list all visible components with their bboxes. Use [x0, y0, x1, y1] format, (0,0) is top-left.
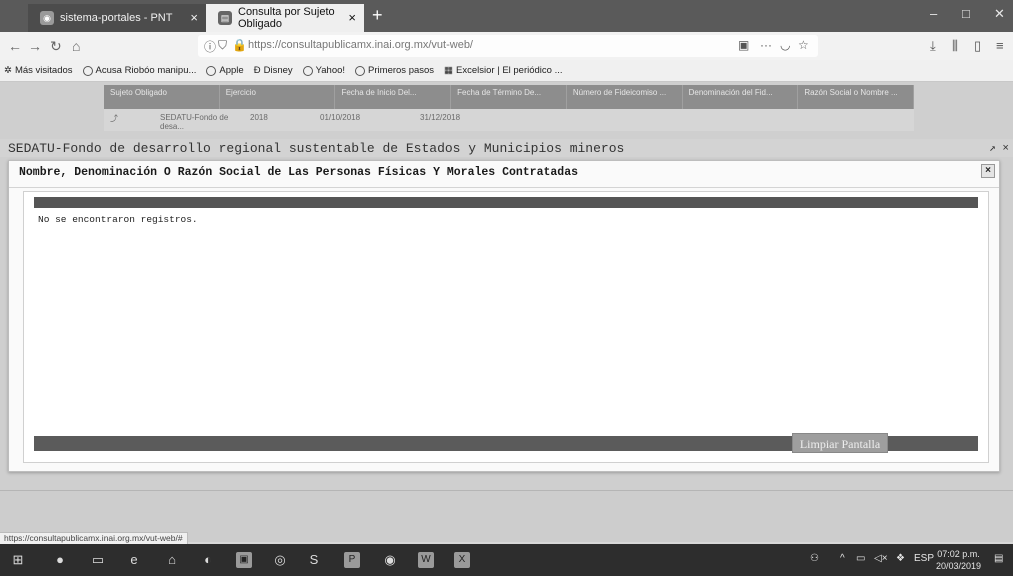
bookmark-star-icon[interactable]: ☆ [798, 38, 809, 52]
powerpoint-icon[interactable]: P [344, 552, 360, 568]
table-header-bar [34, 197, 978, 208]
url-bar[interactable]: ⓘ ⛉ 🔒 https://consultapublicamx.inai.org… [198, 35, 818, 57]
close-tab-icon[interactable]: × [348, 10, 356, 25]
library-icon[interactable]: ⫼ [952, 38, 958, 54]
clock-date: 20/03/2019 [936, 561, 982, 571]
modal-divider [9, 187, 999, 188]
table-cell: 2018 [250, 113, 268, 122]
table-row[interactable]: ⤴ SEDATU-Fondo de desa... 2018 01/10/201… [104, 109, 914, 131]
home-icon[interactable]: ⌂ [72, 38, 80, 54]
minimize-icon[interactable]: – [930, 6, 937, 21]
results-table-header: Sujeto Obligado Ejercicio Fecha de Inici… [104, 85, 915, 109]
navigation-bar: ← → ↻ ⌂ ⓘ ⛉ 🔒 https://consultapublicamx.… [0, 32, 1013, 60]
column-header: Ejercicio [220, 85, 336, 109]
pocket-icon[interactable]: ◡ [780, 38, 790, 52]
clock-time: 07:02 p.m. [937, 549, 980, 559]
column-header: Número de Fideicomiso ... [567, 85, 683, 109]
store-icon[interactable]: ⌂ [164, 552, 180, 568]
modal-title: Nombre, Denominación O Razón Social de L… [19, 166, 578, 179]
firefox-icon[interactable]: ◐ [200, 552, 216, 568]
task-view-icon[interactable]: ▭ [90, 552, 106, 568]
disney-icon: Ð [253, 65, 261, 76]
back-icon[interactable]: ← [8, 38, 22, 54]
reload-icon[interactable]: ↻ [50, 38, 62, 55]
download-icon[interactable]: ⤓ [930, 38, 936, 54]
lock-icon: 🔒 [232, 38, 247, 52]
clear-screen-button[interactable]: Limpiar Pantalla [792, 433, 888, 453]
bookmark-item[interactable]: ✲ Más visitados [4, 65, 73, 76]
table-cell: 01/10/2018 [320, 113, 361, 122]
windows-taskbar: ⊞ ● ▭ e ⌂ ◐ ▣ ◎ S P ◉ W X ⚇ ^ ▭ ◁× ❖ ESP… [0, 544, 1013, 576]
close-modal-button[interactable]: × [981, 164, 995, 178]
tab-title: Consulta por Sujeto Obligado [238, 6, 335, 30]
bookmark-item[interactable]: Yahoo! [302, 65, 345, 76]
expand-close-icon[interactable]: ↗ × [989, 141, 1009, 155]
status-link: https://consultapublicamx.inai.org.mx/vu… [0, 532, 188, 544]
firefox-active-icon[interactable]: ◉ [382, 552, 398, 568]
show-hidden-icons[interactable]: ^ [840, 553, 845, 564]
sidebar-icon[interactable]: ▯ [974, 38, 981, 54]
volume-icon[interactable]: ◁× [874, 553, 888, 564]
column-header: Sujeto Obligado [104, 85, 220, 109]
photos-icon[interactable]: ▣ [236, 552, 252, 568]
results-modal: Nombre, Denominación O Razón Social de L… [8, 160, 1000, 472]
results-panel: No se encontraron registros. [23, 191, 989, 463]
close-tab-icon[interactable]: × [190, 10, 198, 25]
new-tab-button[interactable]: + [372, 5, 383, 26]
globe-icon [355, 65, 366, 76]
document-icon: ▤ [218, 11, 232, 25]
browser-tab-strip: ◉ sistema-portales - PNT × ▤ Consulta po… [0, 0, 1013, 32]
tab-consulta[interactable]: ▤ Consulta por Sujeto Obligado × [206, 4, 364, 32]
bookmark-item[interactable]: Primeros pasos [355, 65, 434, 76]
section-title: SEDATU-Fondo de desarrollo regional sust… [0, 139, 1013, 157]
tab-sistema-portales[interactable]: ◉ sistema-portales - PNT × [28, 4, 206, 32]
column-header: Razón Social o Nombre ... [798, 85, 915, 109]
detail-icon[interactable]: ⤴ [104, 109, 154, 131]
bookmark-item[interactable]: Acusa Riobóo manipu... [82, 65, 196, 76]
dropbox-icon[interactable]: ❖ [896, 553, 905, 564]
maximize-icon[interactable]: □ [962, 6, 970, 21]
globe-icon [206, 65, 217, 76]
forward-icon[interactable]: → [28, 38, 42, 54]
globe-icon [82, 65, 93, 76]
bookmark-item[interactable]: Ð Disney [254, 65, 293, 76]
excel-icon[interactable]: X [454, 552, 470, 568]
column-header: Fecha de Término De... [451, 85, 567, 109]
globe-icon: ◉ [40, 11, 54, 25]
column-header: Fecha de Inicio Del... [335, 85, 452, 109]
word-icon[interactable]: W [418, 552, 434, 568]
close-window-icon[interactable]: ✕ [994, 6, 1005, 22]
people-icon[interactable]: ⚇ [810, 553, 819, 564]
url-text: https://consultapublicamx.inai.org.mx/vu… [248, 39, 473, 51]
newspaper-icon: ▦ [444, 65, 454, 76]
info-icon[interactable]: ⓘ [204, 38, 216, 55]
cortana-icon[interactable]: ● [52, 552, 68, 568]
shield-icon[interactable]: ⛉ [218, 38, 227, 53]
column-header: Denominación del Fid... [683, 85, 799, 109]
chrome-icon[interactable]: ◎ [272, 552, 288, 568]
windows-start-icon[interactable]: ⊞ [10, 552, 26, 568]
bookmark-item[interactable]: Apple [206, 65, 244, 76]
table-cell: 31/12/2018 [420, 113, 461, 122]
bookmark-item[interactable]: ▦ Excelsior | El periódico ... [444, 65, 562, 76]
tab-title: sistema-portales - PNT [60, 12, 173, 24]
globe-icon [302, 65, 313, 76]
empty-message: No se encontraron registros. [38, 214, 198, 225]
network-icon[interactable]: ▭ [856, 553, 865, 564]
notifications-icon[interactable]: ▤ [994, 553, 1003, 564]
more-actions-icon[interactable]: ··· [760, 38, 772, 52]
menu-icon[interactable]: ≡ [996, 38, 1004, 53]
edge-icon[interactable]: e [126, 552, 142, 568]
language-indicator[interactable]: ESP [914, 553, 934, 564]
reader-view-icon[interactable]: ▣ [738, 38, 749, 52]
gear-icon: ✲ [4, 65, 12, 76]
skype-icon[interactable]: S [306, 552, 322, 568]
table-cell: SEDATU-Fondo de desa... [160, 113, 229, 131]
system-clock[interactable]: 07:02 p.m. 20/03/2019 [936, 548, 981, 572]
bookmarks-toolbar: ✲ Más visitados Acusa Riobóo manipu... Ap… [0, 60, 1013, 82]
